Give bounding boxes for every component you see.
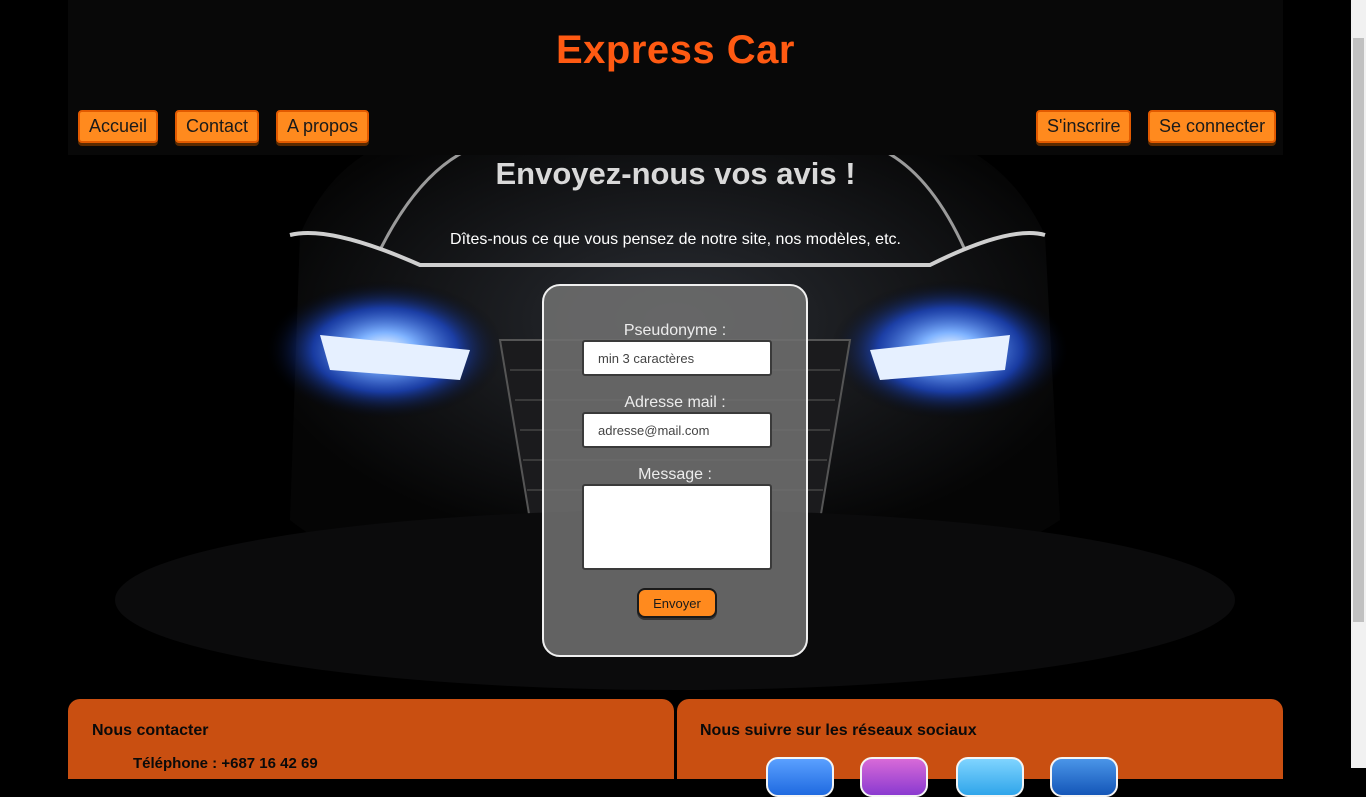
send-button[interactable]: Envoyer bbox=[637, 588, 717, 618]
page-subtitle: Dîtes-nous ce que vous pensez de notre s… bbox=[450, 231, 901, 248]
social-heading: Nous suivre sur les réseaux sociaux bbox=[700, 722, 977, 739]
instagram-icon[interactable] bbox=[860, 757, 928, 797]
page-title: Envoyez-nous vos avis ! bbox=[495, 156, 856, 191]
contact-heading: Nous contacter bbox=[92, 722, 209, 739]
signup-button[interactable]: S'inscrire bbox=[1036, 110, 1132, 143]
nav-accueil-button[interactable]: Accueil bbox=[78, 110, 159, 143]
linkedin-icon[interactable] bbox=[1050, 757, 1118, 797]
twitter-icon[interactable] bbox=[956, 757, 1024, 797]
email-label: Adresse mail : bbox=[624, 394, 726, 411]
pseudo-label: Pseudonyme : bbox=[623, 322, 727, 339]
site-header: Express Car Accueil Contact A propos S'i… bbox=[68, 0, 1283, 155]
site-title: Express Car bbox=[556, 28, 795, 72]
message-textarea[interactable] bbox=[582, 484, 772, 570]
nav-apropos-button[interactable]: A propos bbox=[276, 110, 370, 143]
pseudo-input[interactable] bbox=[582, 340, 772, 376]
footer-social-section: Nous suivre sur les réseaux sociaux bbox=[677, 699, 1283, 797]
facebook-icon[interactable] bbox=[766, 757, 834, 797]
feedback-form: Pseudonyme : Adresse mail : Message : En… bbox=[542, 284, 808, 657]
email-input[interactable] bbox=[582, 412, 772, 448]
scrollbar-thumb[interactable] bbox=[1353, 38, 1364, 622]
footer-contact-section: Nous contacter Téléphone : +687 16 42 69 bbox=[68, 699, 674, 779]
nav-contact-button[interactable]: Contact bbox=[175, 110, 260, 143]
message-label: Message : bbox=[638, 466, 712, 483]
phone-number: Téléphone : +687 16 42 69 bbox=[133, 755, 318, 772]
login-button[interactable]: Se connecter bbox=[1148, 110, 1277, 143]
page-scrollbar[interactable] bbox=[1351, 0, 1366, 768]
